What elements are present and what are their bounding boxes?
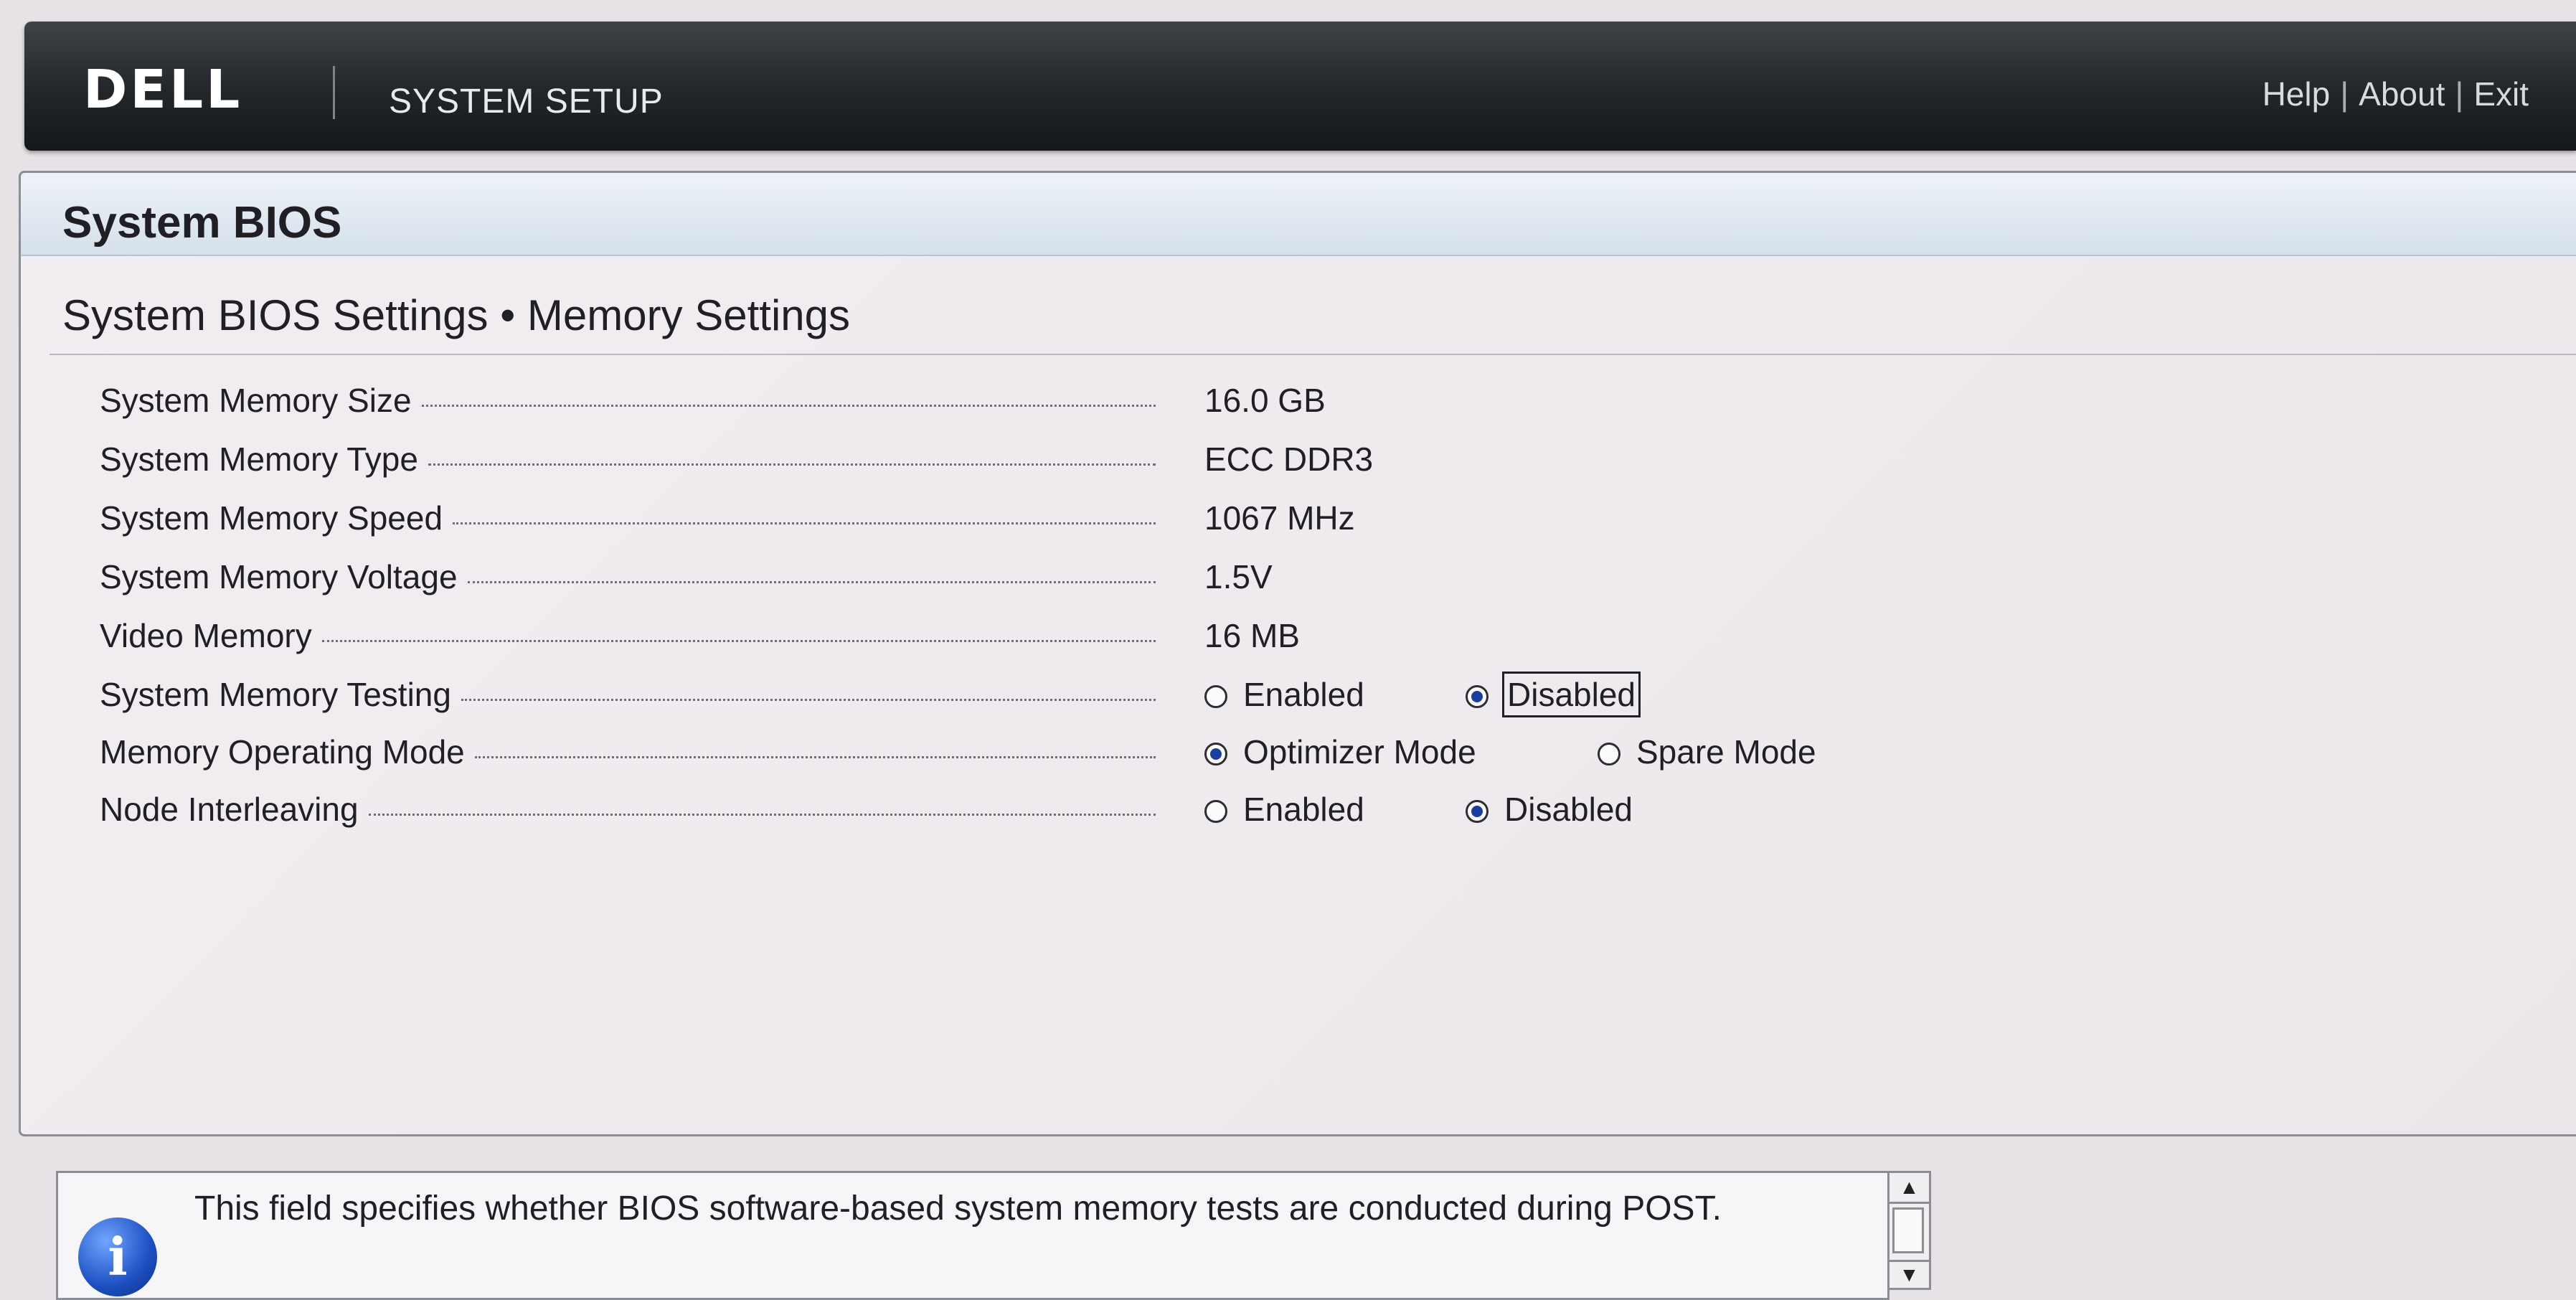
leader-line (467, 580, 1156, 583)
page-title: System BIOS (62, 198, 342, 248)
option-label: Disabled (1502, 672, 1641, 717)
option-label: Enabled (1243, 676, 1364, 713)
spare-mode-radio[interactable]: Spare Mode (1598, 727, 1816, 777)
setting-value: 16 MB (1204, 617, 1300, 654)
about-link[interactable]: About (2359, 75, 2445, 113)
divider (49, 354, 2576, 355)
option-label: Enabled (1243, 791, 1364, 828)
option-label: Disabled (1504, 791, 1633, 828)
help-scrollbar[interactable]: ▲ ▼ (1889, 1171, 1931, 1290)
radio-icon (1204, 800, 1227, 823)
scroll-down-arrow-icon[interactable]: ▼ (1889, 1260, 1929, 1288)
info-icon: i (78, 1217, 157, 1296)
setting-value: 1067 MHz (1204, 499, 1355, 537)
setting-row-system-memory-type: System Memory Type ECC DDR3 (100, 434, 2467, 484)
leader-line (321, 639, 1156, 642)
top-nav: Help | About | Exit (2263, 75, 2529, 113)
top-bar: DELL SYSTEM SETUP Help | About | Exit (24, 22, 2576, 151)
optimizer-mode-radio[interactable]: Optimizer Mode (1204, 727, 1476, 777)
nav-separator: | (2340, 75, 2349, 113)
radio-icon (1598, 743, 1620, 766)
breadcrumb: System BIOS Settings • Memory Settings (62, 291, 851, 339)
leader-line (428, 463, 1156, 466)
leader-line (474, 755, 1156, 758)
help-link[interactable]: Help (2263, 75, 2331, 113)
leader-line (421, 404, 1156, 407)
leader-line (461, 698, 1156, 701)
setting-row-system-memory-voltage: System Memory Voltage 1.5V (100, 552, 2467, 602)
memory-testing-enabled-radio[interactable]: Enabled (1204, 669, 1364, 720)
radio-selected-icon (1204, 743, 1227, 766)
radio-selected-icon (1466, 800, 1488, 823)
option-label: Optimizer Mode (1243, 733, 1476, 771)
setting-value: ECC DDR3 (1204, 441, 1374, 478)
radio-icon (1204, 685, 1227, 708)
setting-label: Video Memory (100, 617, 312, 654)
setting-value: 1.5V (1204, 558, 1273, 595)
setting-label: System Memory Speed (100, 499, 443, 537)
setting-row-system-memory-size: System Memory Size 16.0 GB (100, 375, 2467, 425)
radio-selected-icon (1466, 685, 1488, 708)
help-panel: i This field specifies whether BIOS soft… (56, 1171, 1889, 1300)
node-interleaving-disabled-radio[interactable]: Disabled (1466, 784, 1633, 834)
dell-logo: DELL (83, 59, 243, 121)
app-title: SYSTEM SETUP (389, 83, 664, 121)
main-panel: System BIOS System BIOS Settings • Memor… (19, 171, 2576, 1136)
setting-label: Node Interleaving (100, 791, 359, 828)
setting-label: Memory Operating Mode (100, 733, 465, 771)
setting-label: System Memory Testing (100, 676, 451, 713)
setting-label: System Memory Voltage (100, 558, 458, 595)
scroll-up-arrow-icon[interactable]: ▲ (1889, 1173, 1929, 1204)
setting-row-system-memory-testing: System Memory Testing Enabled Disabled (100, 669, 2467, 720)
panel-header: System BIOS (21, 173, 2576, 256)
setting-row-memory-operating-mode: Memory Operating Mode Optimizer Mode Spa… (100, 727, 2467, 777)
setting-row-node-interleaving: Node Interleaving Enabled Disabled (100, 784, 2467, 834)
memory-testing-disabled-radio[interactable]: Disabled (1466, 669, 1641, 720)
setting-row-video-memory: Video Memory 16 MB (100, 611, 2467, 661)
setting-label: System Memory Type (100, 441, 418, 478)
exit-link[interactable]: Exit (2473, 75, 2529, 113)
scroll-thumb[interactable] (1892, 1207, 1924, 1253)
nav-separator: | (2455, 75, 2464, 113)
setting-label: System Memory Size (100, 382, 412, 419)
node-interleaving-enabled-radio[interactable]: Enabled (1204, 784, 1364, 834)
help-text: This field specifies whether BIOS softwa… (194, 1190, 1722, 1228)
setting-row-system-memory-speed: System Memory Speed 1067 MHz (100, 493, 2467, 543)
option-label: Spare Mode (1636, 733, 1816, 771)
header-divider (333, 66, 335, 119)
leader-line (453, 522, 1156, 524)
setting-value: 16.0 GB (1204, 382, 1326, 419)
leader-line (368, 813, 1156, 816)
